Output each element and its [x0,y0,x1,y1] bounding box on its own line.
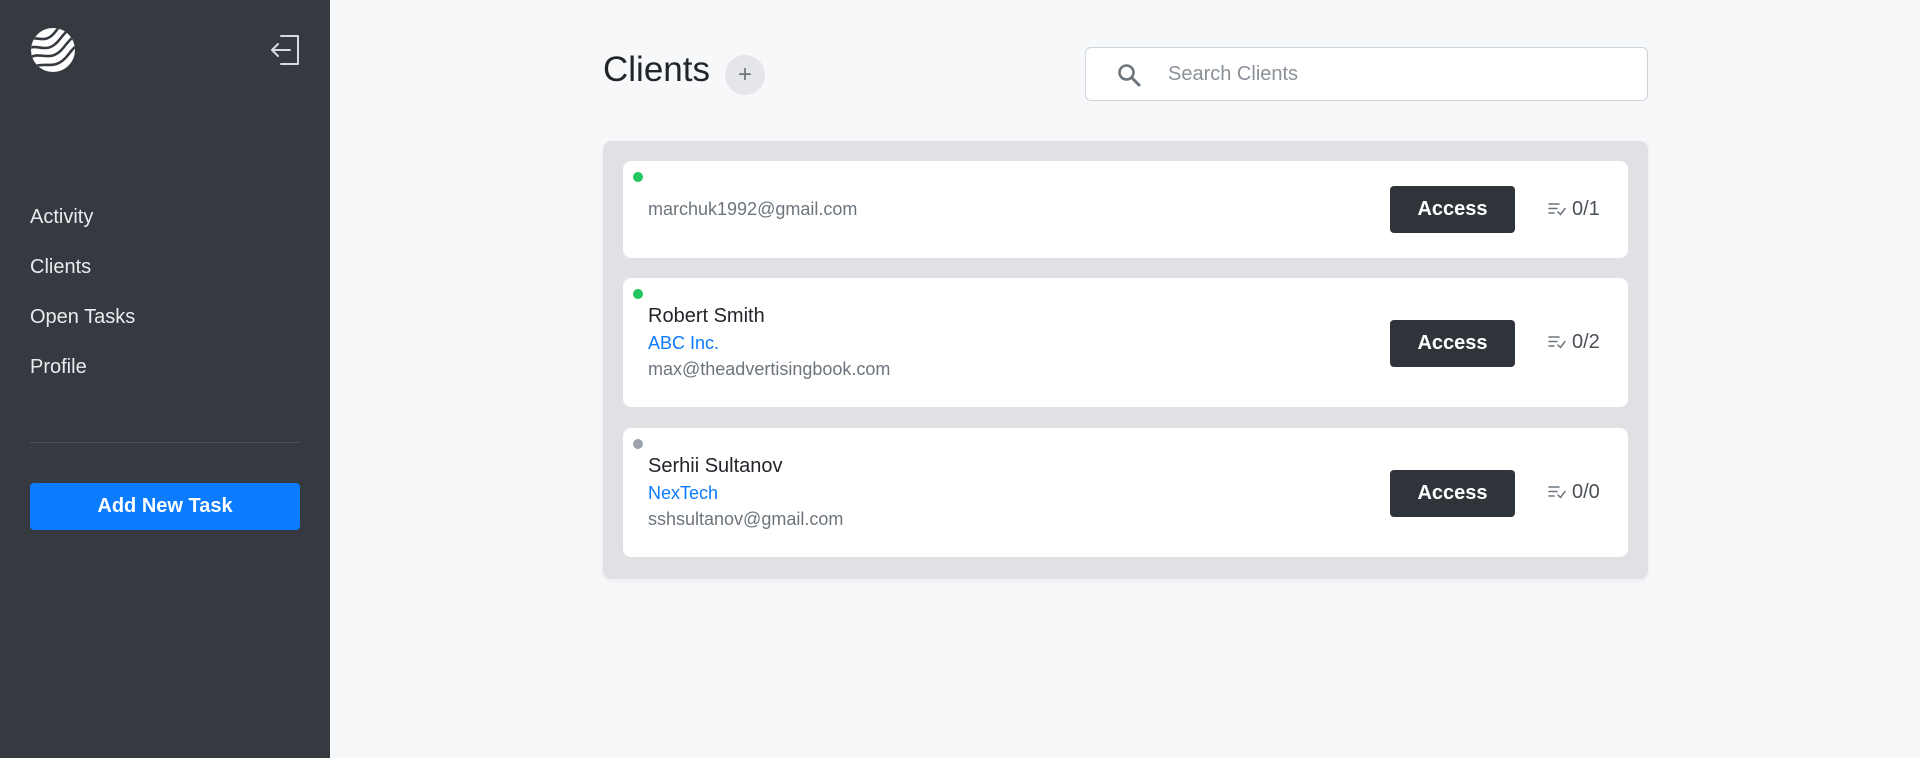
sidebar-item-clients[interactable]: Clients [30,250,135,300]
client-email: sshsultanov@gmail.com [648,509,844,529]
task-count-value: 0/1 [1572,198,1600,220]
client-info: marchuk1992@gmail.com [648,196,857,222]
client-name: Serhii Sultanov [648,455,783,477]
task-count-value: 0/0 [1572,481,1600,503]
task-count: 0/0 [1548,477,1600,507]
page-title: Clients [603,50,710,89]
plus-icon: + [737,61,752,88]
sidebar-item-open-tasks[interactable]: Open Tasks [30,300,135,350]
sidebar-item-activity[interactable]: Activity [30,200,135,250]
task-list-check-icon [1548,336,1566,349]
client-info: Serhii Sultanov NexTech sshsultanov@gmai… [648,452,843,532]
search-icon [1118,64,1141,87]
client-company-link[interactable]: NexTech [648,480,843,506]
client-email: marchuk1992@gmail.com [648,199,858,219]
access-button[interactable]: Access [1390,470,1515,517]
client-card[interactable]: Robert Smith ABC Inc. max@theadvertising… [623,278,1628,407]
status-online-dot [633,172,643,182]
client-card[interactable]: Serhii Sultanov NexTech sshsultanov@gmai… [623,428,1628,557]
access-button[interactable]: Access [1390,186,1515,233]
status-offline-dot [633,439,643,449]
sidebar-item-profile[interactable]: Profile [30,350,135,400]
sidebar-divider [30,442,300,443]
access-button[interactable]: Access [1390,320,1515,367]
task-count: 0/1 [1548,194,1600,224]
client-info: Robert Smith ABC Inc. max@theadvertising… [648,302,890,382]
client-name: Robert Smith [648,305,765,327]
client-company-link[interactable]: ABC Inc. [648,330,890,356]
wave-logo-icon[interactable] [30,27,76,73]
task-count-value: 0/2 [1572,331,1600,353]
client-list: marchuk1992@gmail.com Access 0/1 Robert … [603,141,1648,579]
add-new-task-button[interactable]: Add New Task [30,483,300,530]
search-box [1085,47,1648,101]
status-online-dot [633,289,643,299]
sidebar: Activity Clients Open Tasks Profile Add … [0,0,330,758]
client-email: max@theadvertisingbook.com [648,359,891,379]
task-list-check-icon [1548,486,1566,499]
task-list-check-icon [1548,203,1566,216]
logout-icon[interactable] [268,33,302,67]
client-card[interactable]: marchuk1992@gmail.com Access 0/1 [623,161,1628,258]
add-client-button[interactable]: + [725,55,765,95]
search-input[interactable] [1166,48,1636,100]
task-count: 0/2 [1548,327,1600,357]
sidebar-nav: Activity Clients Open Tasks Profile [30,200,135,400]
